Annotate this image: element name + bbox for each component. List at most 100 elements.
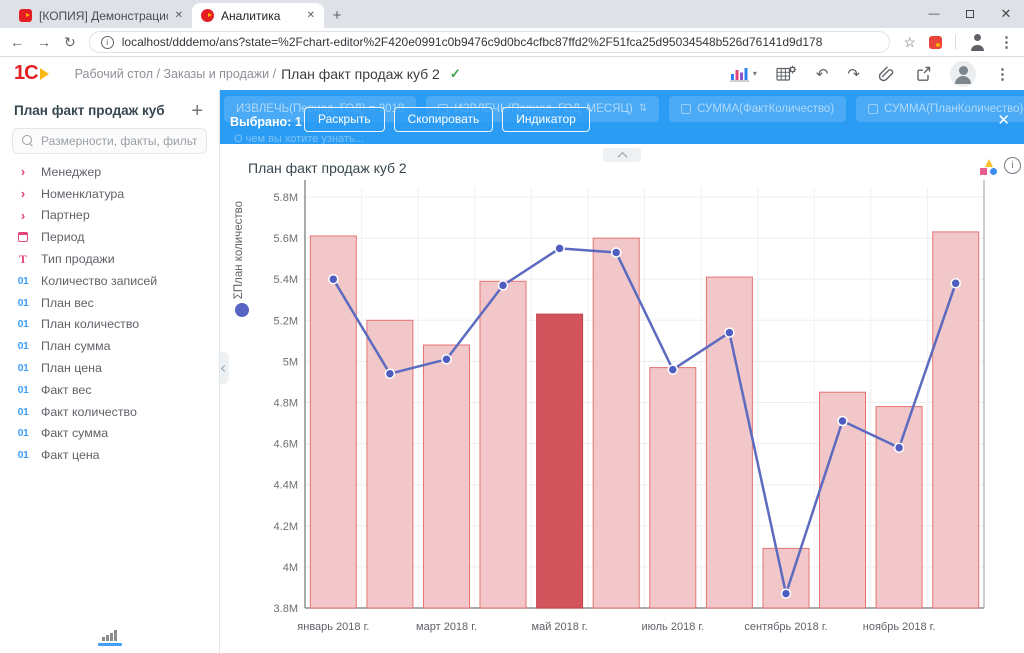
selection-toolbar: ИЗВЛЕЧЬ(Период, ГОД) = 2018 ИЗВЛЕЧЬ(Пери… xyxy=(220,90,1024,144)
open-external-icon[interactable] xyxy=(915,66,931,82)
sidebar-item-10[interactable]: 01План цена xyxy=(0,357,219,379)
sidebar-item-4[interactable]: Период xyxy=(0,226,219,248)
line-point-март 2018 г.[interactable] xyxy=(442,355,451,364)
fields-search[interactable] xyxy=(12,128,207,154)
saved-check-icon: ✓ xyxy=(450,66,461,82)
dimension-field-icon: › xyxy=(21,186,25,201)
y-tick-label: 5M xyxy=(283,356,298,368)
sidebar-item-2[interactable]: ›Номенклатура xyxy=(0,183,219,205)
1c-logo[interactable]: 1С xyxy=(14,62,49,85)
series-legend-dot[interactable] xyxy=(235,303,249,317)
sidebar-item-label: Факт количество xyxy=(41,405,137,419)
line-point-октябрь 2018 г.[interactable] xyxy=(838,417,847,426)
x-tick-label: март 2018 г. xyxy=(416,621,477,633)
bar-ноябрь 2018 г.[interactable] xyxy=(876,407,922,608)
chart-type-icon xyxy=(730,66,750,82)
indicator-button[interactable]: Индикатор xyxy=(502,107,590,132)
sidebar-item-label: Период xyxy=(41,230,84,244)
browser-menu-icon[interactable]: ⋮ xyxy=(999,33,1014,51)
new-tab-button[interactable]: + xyxy=(324,3,350,28)
bar-апрель 2018 г.[interactable] xyxy=(480,281,526,608)
reload-icon[interactable]: ↻ xyxy=(64,34,76,51)
undo-icon[interactable]: ↶ xyxy=(816,65,829,83)
1c-favicon xyxy=(19,9,32,22)
chip-sum-fact-qty[interactable]: СУММА(ФактКоличество) xyxy=(669,96,846,122)
close-selection-icon[interactable]: ✕ xyxy=(997,111,1010,129)
line-point-июнь 2018 г.[interactable] xyxy=(612,248,621,257)
y-tick-label: 5.8M xyxy=(274,192,298,204)
chart-visual-settings-icon[interactable] xyxy=(980,159,998,175)
bar-май 2018 г.[interactable] xyxy=(537,314,583,608)
add-field-button[interactable]: + xyxy=(191,104,203,118)
chart-type-dropdown[interactable]: ▾ xyxy=(730,66,757,82)
redo-icon[interactable]: ↷ xyxy=(847,65,860,83)
drill-down-button[interactable]: Раскрыть xyxy=(304,107,385,132)
bar-январь 2018 г.[interactable] xyxy=(310,236,356,608)
app-toolbar-icons: ▾ ↶ ↷ ⋮ xyxy=(730,61,1010,87)
sidebar-item-label: Факт цена xyxy=(41,448,100,462)
tab-close-icon[interactable]: ✕ xyxy=(175,10,183,21)
site-info-icon[interactable]: i xyxy=(101,36,114,49)
sidebar-item-12[interactable]: 01Факт количество xyxy=(0,401,219,423)
url-bar[interactable]: i localhost/dddemo/ans?state=%2Fchart-ed… xyxy=(89,31,891,53)
more-menu-icon[interactable]: ⋮ xyxy=(995,65,1010,83)
y-tick-label: 5.4M xyxy=(274,274,298,286)
line-point-декабрь 2018 г.[interactable] xyxy=(951,279,960,288)
bar-февраль 2018 г.[interactable] xyxy=(367,320,413,608)
sidebar-bottom-tab[interactable] xyxy=(0,623,219,653)
link-icon[interactable] xyxy=(879,66,896,82)
line-point-ноябрь 2018 г.[interactable] xyxy=(895,443,904,452)
url-text[interactable]: localhost/dddemo/ans?state=%2Fchart-edit… xyxy=(122,35,823,49)
browser-profile-icon[interactable] xyxy=(969,34,986,51)
info-icon[interactable]: i xyxy=(1004,157,1021,174)
tab-title: [КОПИЯ] Демонстрационная ба xyxy=(39,9,168,23)
sidebar-item-11[interactable]: 01Факт вес xyxy=(0,379,219,401)
line-point-август 2018 г.[interactable] xyxy=(725,328,734,337)
collapse-panel-button[interactable] xyxy=(603,148,641,162)
bar-сентябрь 2018 г.[interactable] xyxy=(763,548,809,608)
window-close-button[interactable]: ✕ xyxy=(988,0,1024,28)
sidebar-item-8[interactable]: 01План количество xyxy=(0,314,219,336)
breadcrumb[interactable]: Рабочий стол / Заказы и продажи / xyxy=(75,67,277,81)
window-maximize-button[interactable] xyxy=(952,0,988,28)
y-tick-label: 4.2M xyxy=(274,521,298,533)
measure-field-icon: 01 xyxy=(18,362,29,374)
bar-июль 2018 г.[interactable] xyxy=(650,368,696,608)
back-icon[interactable]: ← xyxy=(10,34,24,50)
browser-tab-demo-base[interactable]: [КОПИЯ] Демонстрационная ба ✕ xyxy=(10,3,192,28)
line-point-февраль 2018 г.[interactable] xyxy=(385,369,394,378)
bar-июнь 2018 г.[interactable] xyxy=(593,238,639,608)
sidebar-item-9[interactable]: 01План сумма xyxy=(0,335,219,357)
bar-март 2018 г.[interactable] xyxy=(424,345,470,608)
sidebar-item-label: Количество записей xyxy=(41,274,157,288)
chip-field-icon xyxy=(868,104,878,114)
copy-button[interactable]: Скопировать xyxy=(394,107,494,132)
forward-icon[interactable]: → xyxy=(37,34,51,50)
line-point-июль 2018 г.[interactable] xyxy=(668,365,677,374)
tab-close-icon[interactable]: ✕ xyxy=(307,10,315,21)
line-point-апрель 2018 г.[interactable] xyxy=(499,281,508,290)
sidebar-item-6[interactable]: 01Количество записей xyxy=(0,270,219,292)
sidebar-item-7[interactable]: 01План вес xyxy=(0,292,219,314)
sidebar-item-5[interactable]: ТТип продажи xyxy=(0,248,219,270)
text-field-icon: Т xyxy=(19,252,27,267)
sidebar-item-14[interactable]: 01Факт цена xyxy=(0,444,219,466)
1c-extension-icon[interactable] xyxy=(929,36,942,49)
window-minimize-button[interactable]: — xyxy=(916,0,952,28)
fields-sidebar: План факт продаж куб + ›Менеджер›Номенкл… xyxy=(0,90,220,653)
sidebar-item-1[interactable]: ›Менеджер xyxy=(0,161,219,183)
chevron-down-icon: ▾ xyxy=(753,69,757,78)
sidebar-item-13[interactable]: 01Факт сумма xyxy=(0,423,219,445)
bookmark-star-icon[interactable]: ☆ xyxy=(903,34,916,51)
line-point-январь 2018 г.[interactable] xyxy=(329,275,338,284)
user-avatar[interactable] xyxy=(950,61,976,87)
table-settings-icon[interactable] xyxy=(776,65,797,82)
search-input[interactable] xyxy=(41,134,197,148)
sidebar-collapse-handle[interactable] xyxy=(220,352,229,384)
line-point-май 2018 г.[interactable] xyxy=(555,244,564,253)
line-point-сентябрь 2018 г.[interactable] xyxy=(782,589,791,598)
sidebar-item-3[interactable]: ›Партнер xyxy=(0,205,219,227)
bar-август 2018 г.[interactable] xyxy=(706,277,752,608)
breadcrumb-current: План факт продаж куб 2 xyxy=(281,66,440,82)
browser-tab-analytics[interactable]: Аналитика ✕ xyxy=(192,3,324,28)
